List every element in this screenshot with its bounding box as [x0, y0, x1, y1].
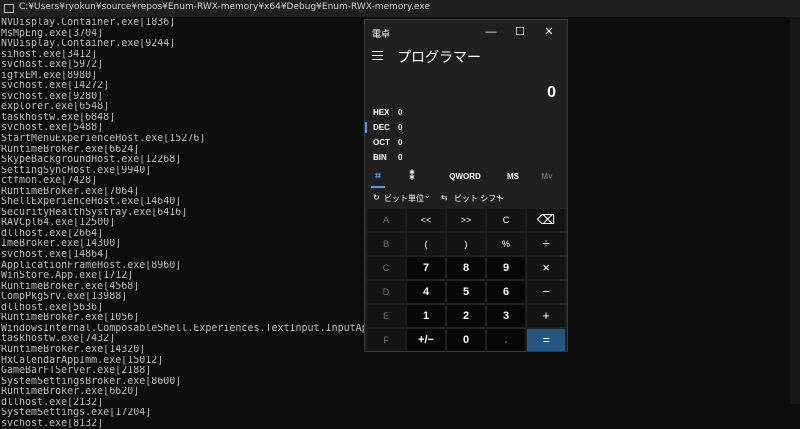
console-line: svchost.exe[8132] [1, 418, 104, 429]
radix-label: OCT [373, 138, 390, 147]
key-2-3[interactable]: 9 [487, 257, 525, 279]
bit-shift-icon[interactable]: ⇆ [441, 193, 448, 202]
key-1-1[interactable]: ( [407, 233, 445, 255]
radix-value: 0 [398, 108, 403, 117]
key-5-4[interactable]: = [527, 329, 565, 351]
radix-dec[interactable]: DEC 0 [365, 121, 569, 135]
key-3-3[interactable]: 6 [487, 281, 525, 303]
keypad-tab-icon[interactable]: ⌗ [369, 168, 387, 186]
radix-label: BIN [373, 153, 387, 162]
calculator-tabs: ⌗ ⁑ QWORD MS M˅ [365, 168, 569, 188]
memory-list-button[interactable]: M˅ [537, 168, 557, 186]
key-0-3[interactable]: C [487, 209, 525, 231]
radix-label: DEC [373, 123, 390, 132]
calculator-header: プログラマー [365, 44, 569, 70]
key-4-0[interactable]: E [367, 305, 405, 327]
console-titlebar[interactable]: C:¥Users¥ryokun¥source¥repos¥Enum-RWX-me… [0, 0, 800, 17]
key-4-1[interactable]: 1 [407, 305, 445, 327]
key-3-1[interactable]: 4 [407, 281, 445, 303]
console-line: GameBarFTServer.exe[2188] [1, 366, 152, 377]
chevron-down-icon[interactable]: ⌄ [424, 191, 431, 200]
key-5-0[interactable]: F [367, 329, 405, 351]
key-2-1[interactable]: 7 [407, 257, 445, 279]
radix-label: HEX [373, 108, 390, 117]
calculator-titlebar[interactable]: 電卓 — ☐ ✕ [365, 20, 569, 44]
radix-oct[interactable]: OCT 0 [365, 136, 569, 150]
calculator-window[interactable]: 電卓 — ☐ ✕ プログラマー 0 HEX 0 DEC 0 OCT 0 BIN … [364, 19, 568, 352]
radix-bin[interactable]: BIN 0 [365, 151, 569, 165]
key-3-2[interactable]: 5 [447, 281, 485, 303]
key-0-2[interactable]: >> [447, 209, 485, 231]
calculator-title: 電卓 [372, 29, 391, 39]
radix-value: 0 [398, 138, 403, 147]
key-0-1[interactable]: << [407, 209, 445, 231]
key-0-0[interactable]: A [367, 209, 405, 231]
maximize-button[interactable]: ☐ [510, 23, 530, 41]
key-2-4[interactable]: × [527, 257, 565, 279]
key-0-4[interactable]: ⌫ [527, 209, 565, 231]
radix-value: 0 [398, 153, 403, 162]
key-2-0[interactable]: C [367, 257, 405, 279]
key-1-0[interactable]: B [367, 233, 405, 255]
bit-toggle-tab-icon[interactable]: ⁑ [403, 168, 421, 186]
console-app-icon [4, 4, 14, 13]
radix-value: 0 [398, 123, 403, 132]
console-line: RuntimeBroker.exe[6620] [1, 387, 140, 398]
console-line: SystemSettings.exe[17204] [1, 408, 152, 419]
console-title: C:¥Users¥ryokun¥source¥repos¥Enum-RWX-me… [19, 2, 430, 12]
key-4-3[interactable]: 3 [487, 305, 525, 327]
key-4-4[interactable]: + [527, 305, 565, 327]
key-5-3[interactable]: . [487, 329, 525, 351]
console-line: SystemSettingsBroker.exe[8600] [1, 376, 182, 387]
hamburger-icon[interactable] [372, 51, 383, 60]
minimize-button[interactable]: — [481, 23, 501, 41]
tab-underline [371, 186, 385, 188]
chevron-down-icon[interactable]: ⌄ [495, 191, 502, 200]
console-line: HxCalendarAppImm.exe[15012] [1, 355, 164, 366]
bitwise-dropdown[interactable]: ビット単位 [384, 193, 424, 204]
key-3-4[interactable]: − [527, 281, 565, 303]
radix-hex[interactable]: HEX 0 [365, 106, 569, 120]
key-1-2[interactable]: ) [447, 233, 485, 255]
mode-title: プログラマー [397, 49, 481, 65]
key-1-4[interactable]: ÷ [527, 233, 565, 255]
key-1-3[interactable]: % [487, 233, 525, 255]
key-2-2[interactable]: 8 [447, 257, 485, 279]
key-4-2[interactable]: 2 [447, 305, 485, 327]
key-3-0[interactable]: D [367, 281, 405, 303]
key-5-2[interactable]: 0 [447, 329, 485, 351]
key-5-1[interactable]: +/− [407, 329, 445, 351]
close-button[interactable]: ✕ [539, 23, 559, 41]
word-size-button[interactable]: QWORD [445, 168, 485, 186]
console-scrollbar[interactable] [790, 17, 800, 404]
bit-operations-row: ↻ ビット単位 ⌄ ⇆ ビット シフト ⌄ [365, 190, 569, 208]
console-line: dllhost.exe[2132] [1, 397, 104, 408]
display-value: 0 [547, 84, 556, 101]
memory-store-button[interactable]: MS [503, 168, 523, 186]
bitwise-icon[interactable]: ↻ [373, 193, 380, 202]
